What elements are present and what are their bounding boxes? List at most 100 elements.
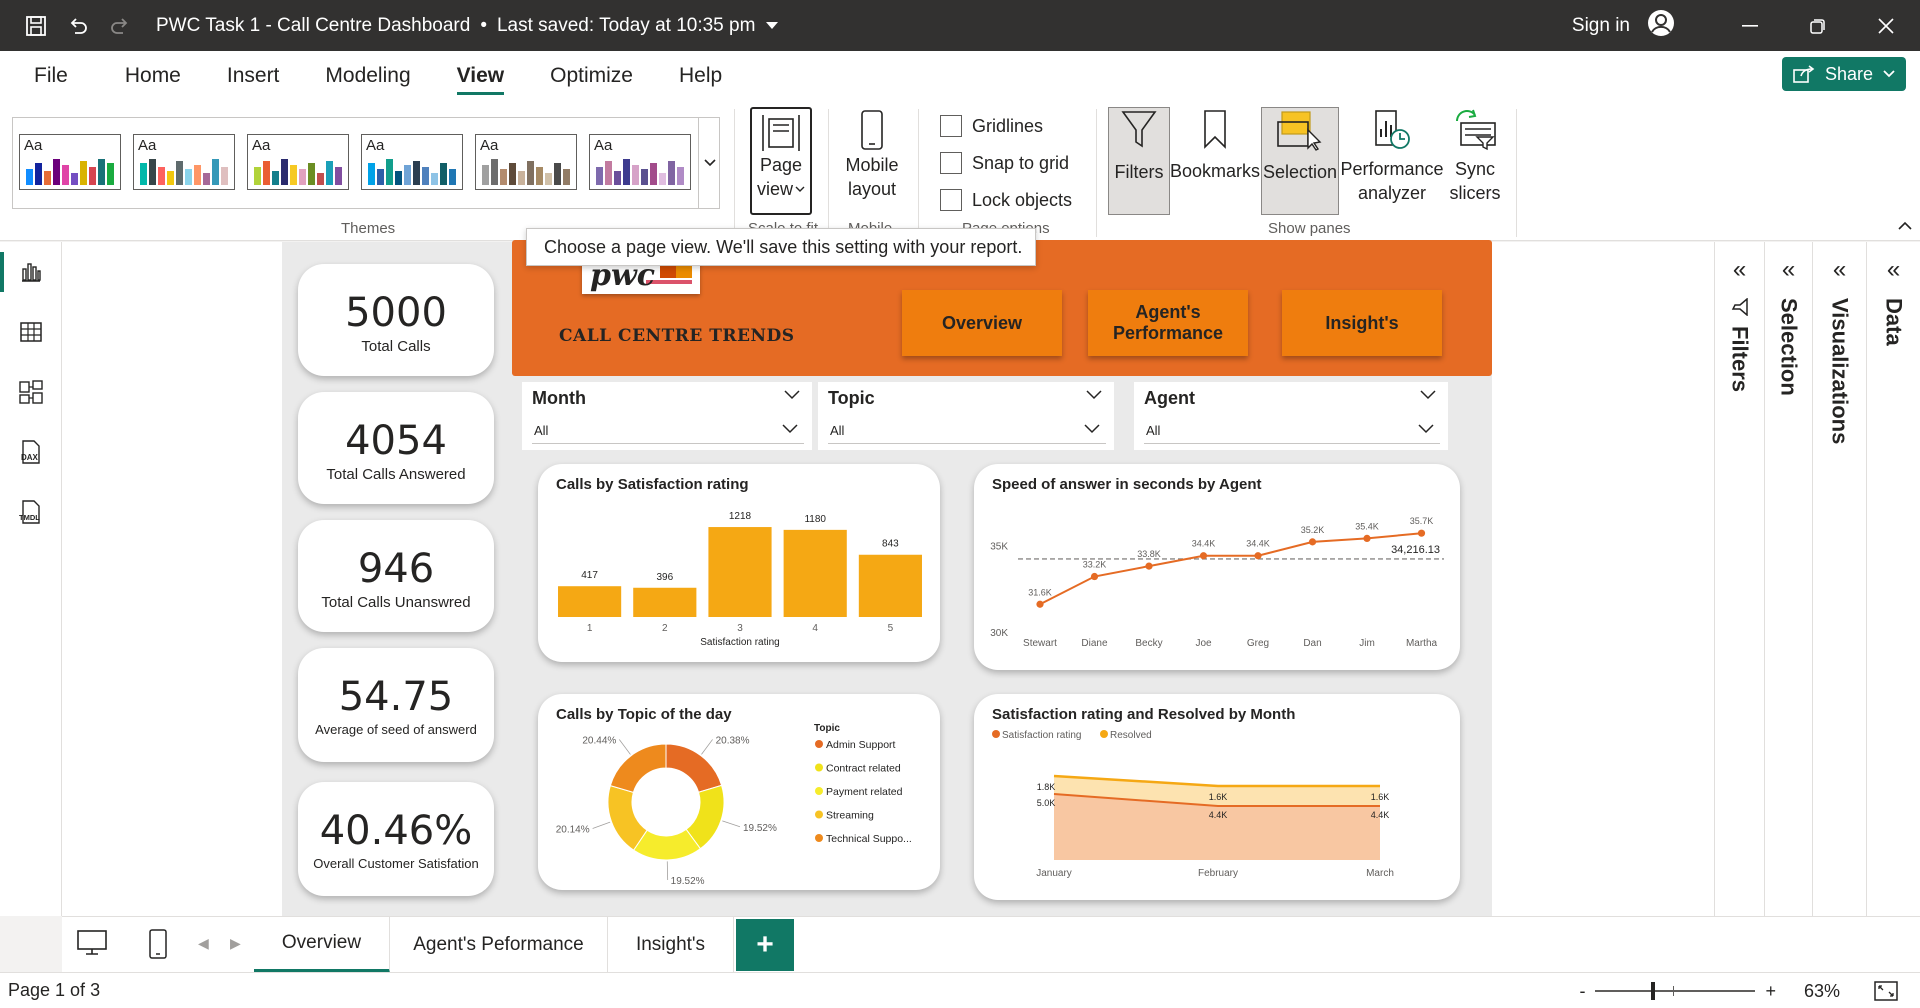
kpi-value: 5000 <box>345 290 447 336</box>
theme-swatch[interactable]: Aa <box>19 134 121 190</box>
undo-icon[interactable] <box>60 8 96 44</box>
zoom-slider-thumb[interactable] <box>1651 982 1656 1000</box>
kpi-total-calls-unanswered[interactable]: 946 Total Calls Unanswred <box>298 520 494 632</box>
theme-swatch[interactable]: Aa <box>589 134 691 190</box>
theme-swatch[interactable]: Aa <box>247 134 349 190</box>
snap-to-grid-checkbox[interactable]: Snap to grid <box>940 152 1069 174</box>
slicer-dropdown[interactable]: All <box>1144 418 1440 444</box>
mobile-layout-button[interactable]: Mobile layout <box>842 109 902 201</box>
divider <box>1096 109 1097 237</box>
minimize-button[interactable] <box>1716 0 1784 51</box>
zoom-slider[interactable] <box>1595 982 1756 1000</box>
gridlines-checkbox[interactable]: Gridlines <box>940 115 1043 137</box>
data-label: 35.7K <box>1410 516 1434 526</box>
expand-pane-icon[interactable]: « <box>1867 256 1920 284</box>
page-view-button[interactable]: Page view <box>750 107 812 215</box>
table-view-button[interactable] <box>0 304 62 360</box>
tab-insert[interactable]: Insert <box>204 51 303 101</box>
satisfaction-bar-chart[interactable]: Calls by Satisfaction rating 417 1 396 2 121… <box>538 464 940 662</box>
legend-marker <box>815 763 823 772</box>
account-icon[interactable] <box>1646 8 1676 43</box>
x-tick-label: 1 <box>587 623 593 634</box>
document-title[interactable]: PWC Task 1 - Call Centre Dashboard • Las… <box>156 15 779 37</box>
themes-more-button[interactable] <box>698 118 720 208</box>
kpi-average-speed[interactable]: 54.75 Average of seed of answerd <box>298 648 494 762</box>
document-name: PWC Task 1 - Call Centre Dashboard <box>156 14 471 36</box>
month-slicer[interactable]: Month All <box>522 382 812 450</box>
save-icon[interactable] <box>18 8 54 44</box>
page-tab-agents-performance[interactable]: Agent's Peformance <box>390 917 608 973</box>
slicer-title: Agent <box>1144 388 1195 408</box>
data-pane[interactable]: « Data <box>1866 242 1920 916</box>
x-tick-label: 3 <box>737 623 743 634</box>
expand-pane-icon[interactable]: « <box>1715 256 1764 284</box>
legend-label: Technical Suppo... <box>826 833 912 845</box>
chevron-down-icon <box>782 424 798 434</box>
kpi-total-calls-answered[interactable]: 4054 Total Calls Answered <box>298 392 494 504</box>
page-view-label-1: Page <box>759 155 803 175</box>
title-separator: • <box>480 14 487 36</box>
restore-button[interactable] <box>1784 0 1852 51</box>
sign-in-link[interactable]: Sign in <box>1572 15 1630 37</box>
lock-objects-checkbox[interactable]: Lock objects <box>940 189 1072 211</box>
nav-overview-button[interactable]: Overview <box>902 290 1062 356</box>
selection-label: Selection <box>1262 162 1338 182</box>
selection-pane[interactable]: « Selection <box>1764 242 1812 916</box>
tab-file[interactable]: File <box>0 51 102 101</box>
expand-pane-icon[interactable]: « <box>1813 256 1866 284</box>
kpi-total-calls[interactable]: 5000 Total Calls <box>298 264 494 376</box>
nav-insights-button[interactable]: Insight's <box>1282 290 1442 356</box>
themes-group-label: Themes <box>341 220 396 237</box>
filter-icon <box>1121 111 1157 148</box>
chevron-down-icon <box>795 186 805 192</box>
close-button[interactable] <box>1852 0 1920 51</box>
collapse-ribbon-button[interactable] <box>1898 217 1912 235</box>
desktop-layout-icon[interactable] <box>76 929 108 962</box>
topic-donut-chart[interactable]: Calls by Topic of the day 20.38% 19.52% 19… <box>538 694 940 890</box>
filters-pane-button[interactable]: Filters <box>1108 107 1170 215</box>
nav-agents-performance-button[interactable]: Agent's Performance <box>1088 290 1248 356</box>
x-tick-label: Joe <box>1195 638 1212 649</box>
legend-label: Resolved <box>1110 730 1152 741</box>
zoom-in-button[interactable]: + <box>1765 981 1776 1002</box>
bookmarks-pane-button[interactable]: Bookmarks <box>1170 107 1260 215</box>
agent-slicer[interactable]: Agent All <box>1134 382 1448 450</box>
tab-modeling[interactable]: Modeling <box>302 51 433 101</box>
theme-swatch[interactable]: Aa <box>475 134 577 190</box>
model-view-button[interactable] <box>0 364 62 420</box>
chevron-down-icon <box>703 159 716 167</box>
scroll-right-icon[interactable]: ▶ <box>230 935 241 952</box>
zoom-out-button[interactable]: - <box>1579 981 1585 1002</box>
report-view-button[interactable] <box>0 244 62 300</box>
performance-analyzer-button[interactable]: Performance analyzer <box>1340 107 1444 215</box>
speed-line-chart[interactable]: Speed of answer in seconds by Agent 35K 3… <box>974 464 1460 670</box>
slicer-dropdown[interactable]: All <box>828 418 1106 444</box>
sync-slicers-button[interactable]: Sync slicers <box>1444 107 1506 215</box>
monthly-area-chart[interactable]: Satisfaction rating and Resolved by Mont… <box>974 694 1460 900</box>
selection-pane-button[interactable]: Selection <box>1261 107 1339 215</box>
tab-optimize[interactable]: Optimize <box>527 51 656 101</box>
scroll-left-icon[interactable]: ◀ <box>198 935 209 952</box>
mobile-layout-icon[interactable] <box>148 929 168 964</box>
theme-swatch[interactable]: Aa <box>133 134 235 190</box>
tab-home[interactable]: Home <box>102 51 204 101</box>
dax-query-view-button[interactable]: DAX <box>0 424 62 480</box>
slicer-dropdown[interactable]: All <box>532 418 804 444</box>
theme-swatch[interactable]: Aa <box>361 134 463 190</box>
kpi-overall-satisfaction[interactable]: 40.46% Overall Customer Satisfation <box>298 782 494 896</box>
page-tab-insights[interactable]: Insight's <box>608 917 734 973</box>
redo-icon[interactable] <box>102 8 138 44</box>
filters-pane[interactable]: « Filters <box>1714 242 1764 916</box>
tmdl-view-button[interactable]: TMDL <box>0 484 62 540</box>
tab-help[interactable]: Help <box>656 51 745 101</box>
tab-view[interactable]: View <box>434 51 527 101</box>
fit-to-page-icon[interactable] <box>1874 981 1898 1001</box>
page-tab-overview[interactable]: Overview <box>254 917 390 973</box>
data-label: 34.4K <box>1246 539 1270 549</box>
expand-pane-icon[interactable]: « <box>1765 256 1812 284</box>
add-page-button[interactable]: + <box>736 919 794 971</box>
share-button[interactable]: Share <box>1782 57 1906 91</box>
topic-slicer[interactable]: Topic All <box>818 382 1114 450</box>
legend-marker <box>815 787 823 795</box>
visualizations-pane[interactable]: « Visualizations <box>1812 242 1866 916</box>
